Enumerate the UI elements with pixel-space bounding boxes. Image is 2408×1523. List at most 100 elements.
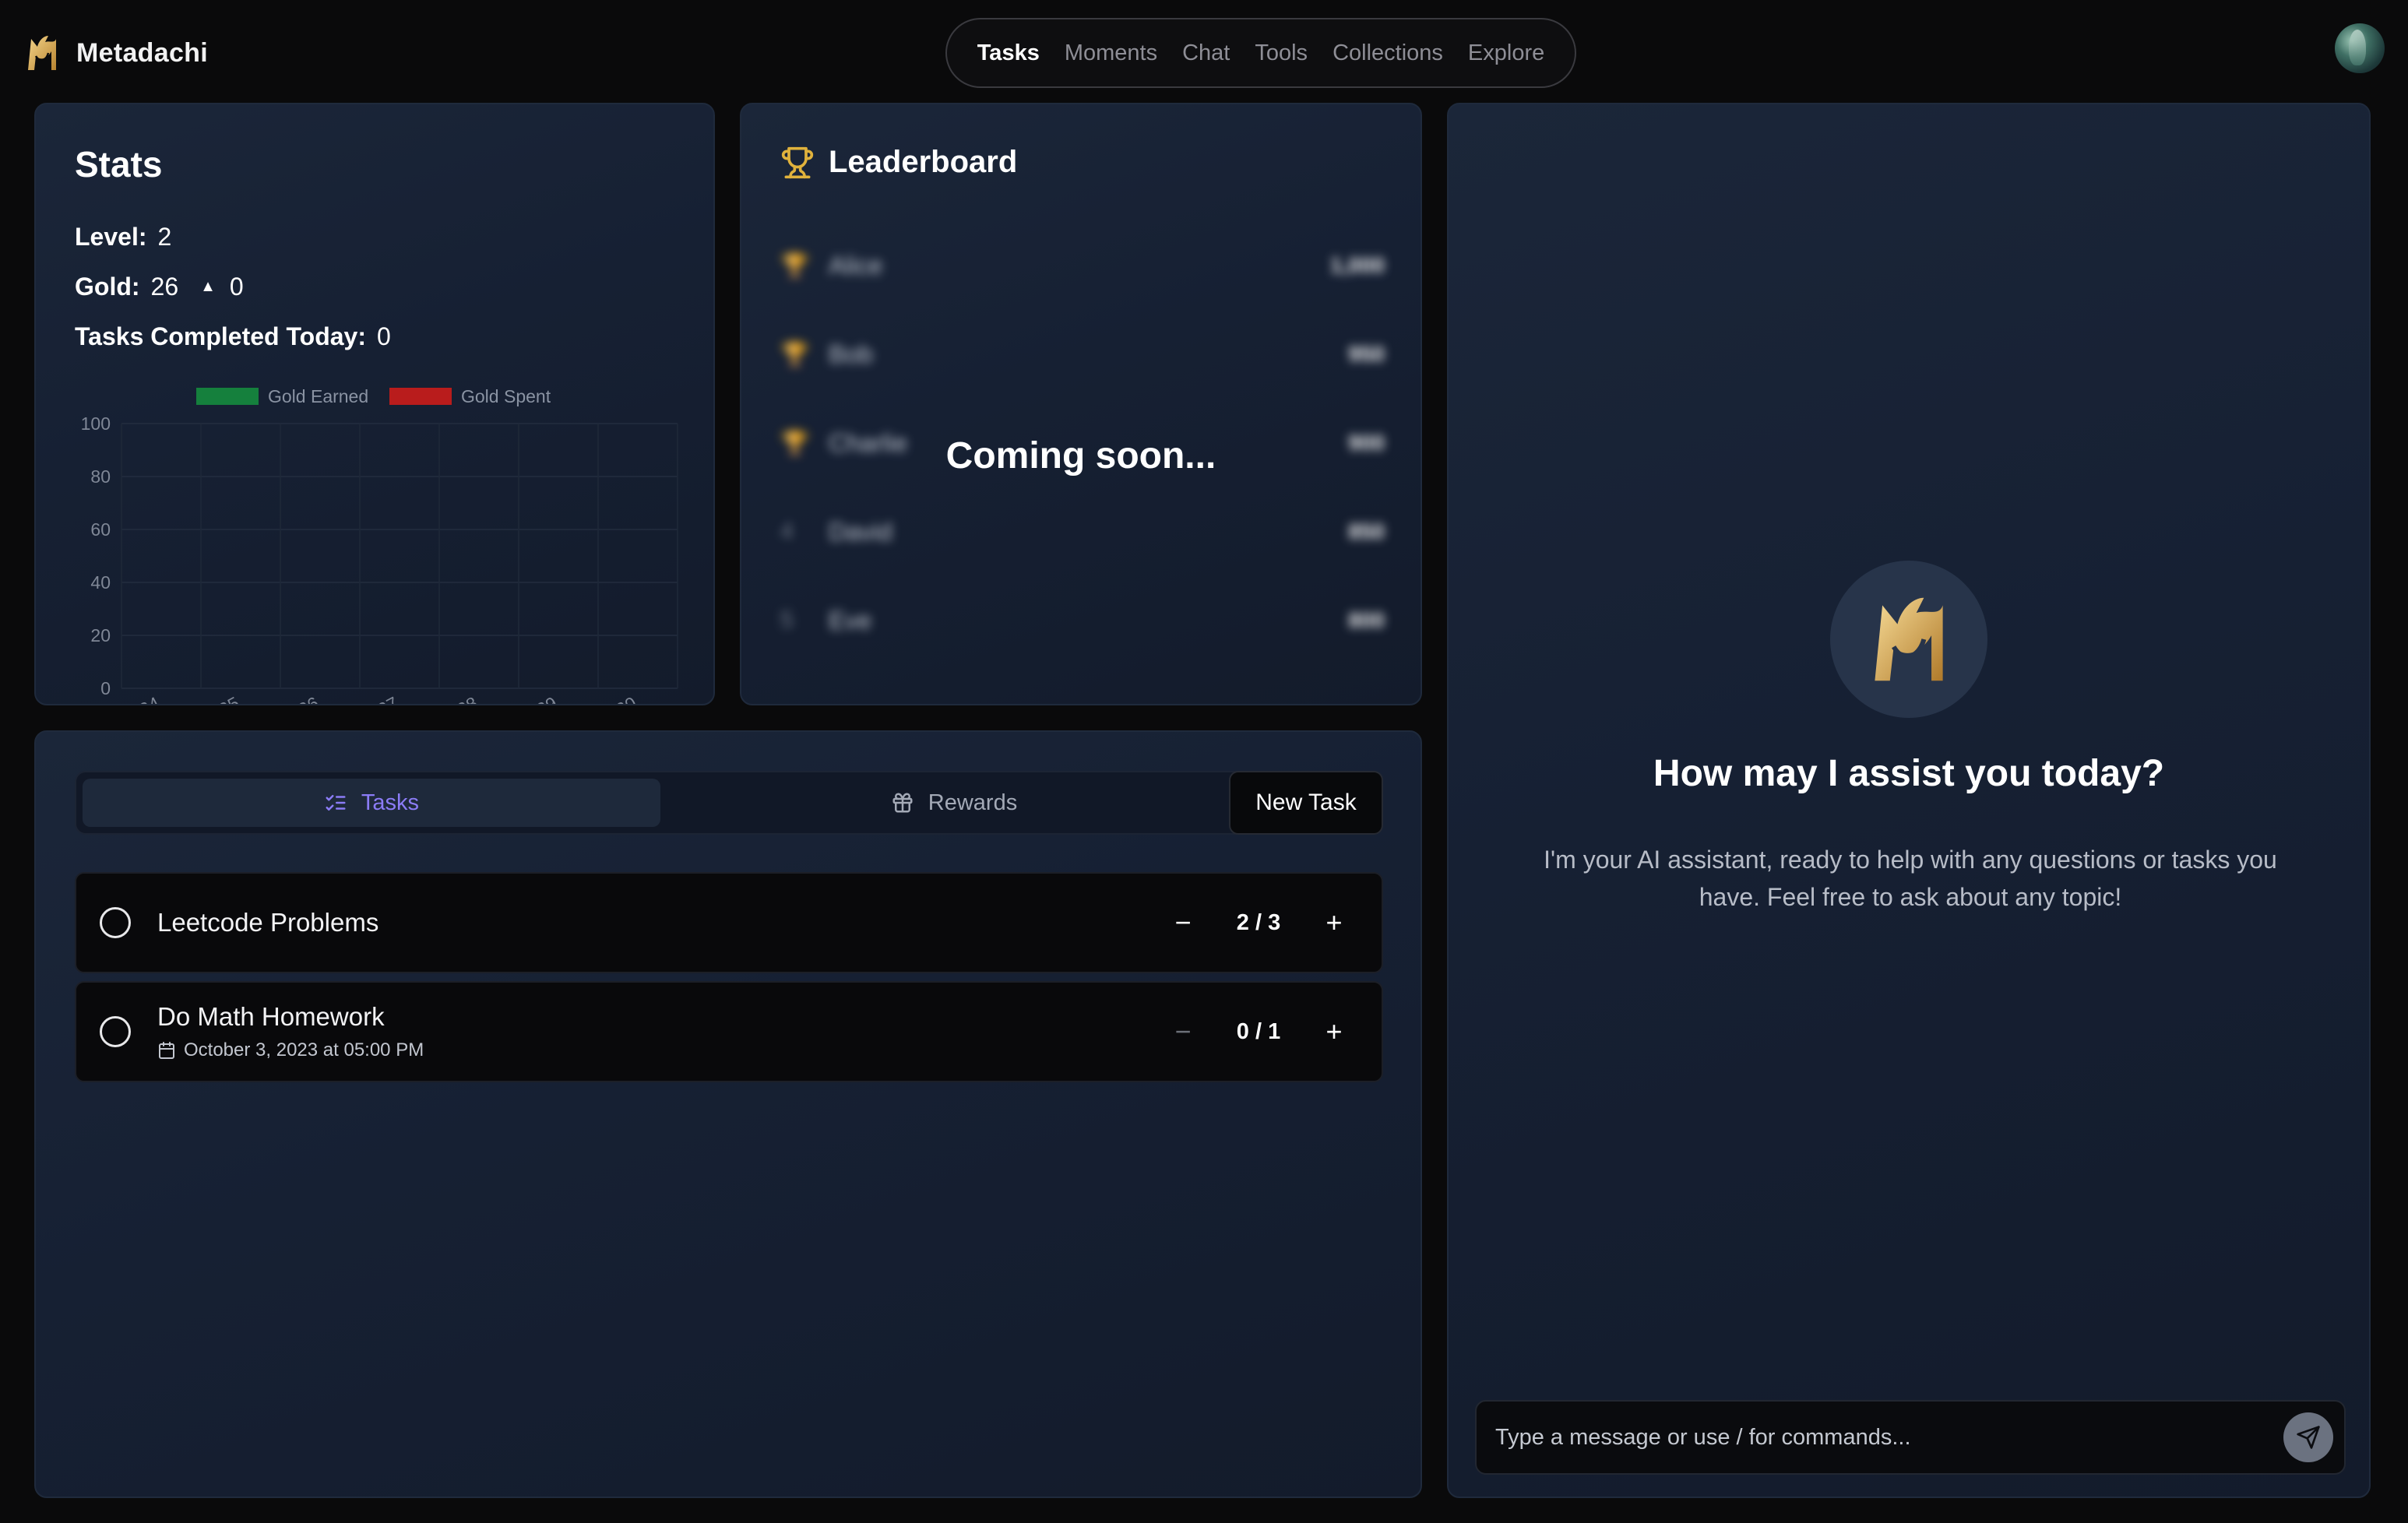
leaderboard-score: 800 (1348, 608, 1385, 632)
task-counter: − 2 / 3 + (1162, 902, 1355, 944)
level-label: Level: (75, 223, 147, 251)
nav-moments[interactable]: Moments (1065, 40, 1157, 66)
chat-input-bar (1475, 1400, 2346, 1475)
decrement-button[interactable]: − (1162, 902, 1204, 944)
leaderboard-row: 🏆 Alice 1,000 (780, 221, 1385, 310)
send-button[interactable] (2283, 1412, 2333, 1462)
task-counter: − 0 / 1 + (1162, 1011, 1355, 1053)
x-tick-label: 2024-08-27 (311, 692, 401, 704)
legend-label-gold-spent: Gold Spent (461, 386, 551, 406)
task-title: Do Math Homework (157, 1002, 385, 1031)
chat-message-input[interactable] (1495, 1424, 2283, 1451)
leaderboard-score: 1,000 (1329, 253, 1385, 277)
tab-rewards[interactable]: Rewards (665, 779, 1243, 827)
x-tick-label: 2024-08-25 (152, 692, 242, 704)
user-avatar[interactable] (2335, 23, 2385, 73)
leaderboard-name: Bob (829, 339, 873, 368)
tab-rewards-label: Rewards (928, 790, 1018, 815)
task-title: Leetcode Problems (157, 908, 379, 937)
task-progress: 2 / 3 (1236, 909, 1281, 935)
x-tick-label: 2024-08-26 (231, 692, 322, 704)
leaderboard-name: David (829, 517, 892, 546)
leaderboard-score: 950 (1348, 342, 1385, 366)
y-tick-label: 0 (100, 678, 111, 698)
stats-title: Stats (75, 144, 163, 185)
brand[interactable]: Metadachi (25, 31, 208, 75)
app-root: Metadachi Tasks Moments Chat Tools Colle… (0, 0, 2408, 1523)
task-progress: 0 / 1 (1236, 1018, 1281, 1044)
x-tick-label: 2024-08-28 (390, 692, 481, 704)
gold-change: 0 (229, 273, 244, 301)
stats-card: Stats Level: 2 Gold: 26 ▲ 0 Tasks Comple… (34, 103, 715, 705)
y-tick-label: 40 (90, 572, 111, 593)
nav-explore[interactable]: Explore (1468, 40, 1544, 66)
x-tick-label: 2024-08-30 (549, 692, 639, 704)
y-tick-label: 100 (81, 413, 111, 434)
nav-chat[interactable]: Chat (1182, 40, 1230, 66)
gold-value: 26 (150, 273, 179, 301)
gift-icon (892, 793, 913, 813)
task-checkbox[interactable] (100, 907, 131, 938)
task-due-text: October 3, 2023 at 05:00 PM (184, 1039, 424, 1060)
gold-chart: Gold Earned Gold Spent 100 80 60 40 20 0 2024… (72, 386, 678, 704)
caret-up-icon: ▲ (200, 278, 216, 295)
task-due-date: October 3, 2023 at 05:00 PM (157, 1039, 1162, 1061)
send-icon (2297, 1426, 2320, 1449)
coming-soon-overlay: Coming soon... (945, 435, 1216, 477)
stat-level: Level: 2 (75, 223, 171, 251)
leaderboard-rank: 5 (780, 607, 794, 633)
main-nav: Tasks Moments Chat Tools Collections Exp… (945, 18, 1576, 88)
level-value: 2 (157, 223, 172, 251)
leaderboard-name: Eve (829, 606, 872, 635)
decrement-button[interactable]: − (1162, 1011, 1204, 1053)
y-tick-label: 60 (90, 519, 111, 540)
silver-trophy-icon: 🏆 (780, 341, 810, 368)
list-checks-icon (326, 795, 346, 811)
task-checkbox[interactable] (100, 1016, 131, 1047)
assistant-logo (1830, 561, 1987, 718)
increment-button[interactable]: + (1313, 902, 1355, 944)
chat-heading: How may I assist you today? (1653, 753, 2165, 794)
chat-panel: How may I assist you today? I'm your AI … (1447, 103, 2371, 1498)
increment-button[interactable]: + (1313, 1011, 1355, 1053)
gold-label: Gold: (75, 273, 140, 301)
stat-tasks-today: Tasks Completed Today: 0 (75, 322, 391, 351)
legend-swatch-gold-spent (389, 388, 452, 405)
calendar-icon (159, 1042, 174, 1059)
legend-swatch-gold-earned (196, 388, 259, 405)
app-name: Metadachi (76, 37, 208, 68)
trophy-icon (781, 146, 814, 178)
new-task-button[interactable]: New Task (1229, 771, 1383, 835)
task-text: Do Math Homework October 3, 2023 at 05:0… (157, 1002, 1162, 1061)
leaderboard-score: 850 (1348, 519, 1385, 543)
leaderboard-header: Leaderboard (780, 145, 1017, 180)
x-tick-label: 2024-08-29 (470, 692, 560, 704)
x-tick-label: 2024-08-24 (72, 692, 163, 704)
nav-tasks[interactable]: Tasks (977, 40, 1040, 66)
tasks-today-label: Tasks Completed Today: (75, 322, 366, 350)
task-item[interactable]: Leetcode Problems − 2 / 3 + (75, 872, 1383, 973)
y-tick-label: 20 (90, 625, 111, 645)
tab-tasks-label: Tasks (361, 790, 420, 815)
tasks-card: Tasks Rewards New Task Leetcode Problems… (34, 730, 1422, 1498)
tasks-today-value: 0 (377, 322, 391, 350)
leaderboard-row: 5 Eve 800 (780, 576, 1385, 665)
y-tick-label: 80 (90, 466, 111, 487)
task-text: Leetcode Problems (157, 908, 1162, 937)
leaderboard-rank: 4 (780, 519, 794, 544)
leaderboard-row: 🏆 Bob 950 (780, 310, 1385, 399)
chat-subtext: I'm your AI assistant, ready to help wit… (1544, 846, 2277, 911)
task-item[interactable]: Do Math Homework October 3, 2023 at 05:0… (75, 981, 1383, 1082)
task-tabs: Tasks Rewards (75, 771, 1251, 835)
tab-tasks[interactable]: Tasks (83, 779, 660, 827)
metadachi-logo-icon (1875, 597, 1943, 681)
metadachi-logo-icon (28, 36, 56, 70)
nav-tools[interactable]: Tools (1255, 40, 1308, 66)
leaderboard-name: Alice (829, 251, 883, 280)
legend-label-gold-earned: Gold Earned (268, 386, 368, 406)
gold-trophy-icon: 🏆 (780, 252, 810, 279)
nav-collections[interactable]: Collections (1332, 40, 1443, 66)
leaderboard-card: Leaderboard 🏆 Alice 1,000 🏆 Bob 950 🏆 Ch… (740, 103, 1422, 705)
leaderboard-title: Leaderboard (829, 145, 1018, 179)
leaderboard-row: 4 David 850 (780, 487, 1385, 576)
